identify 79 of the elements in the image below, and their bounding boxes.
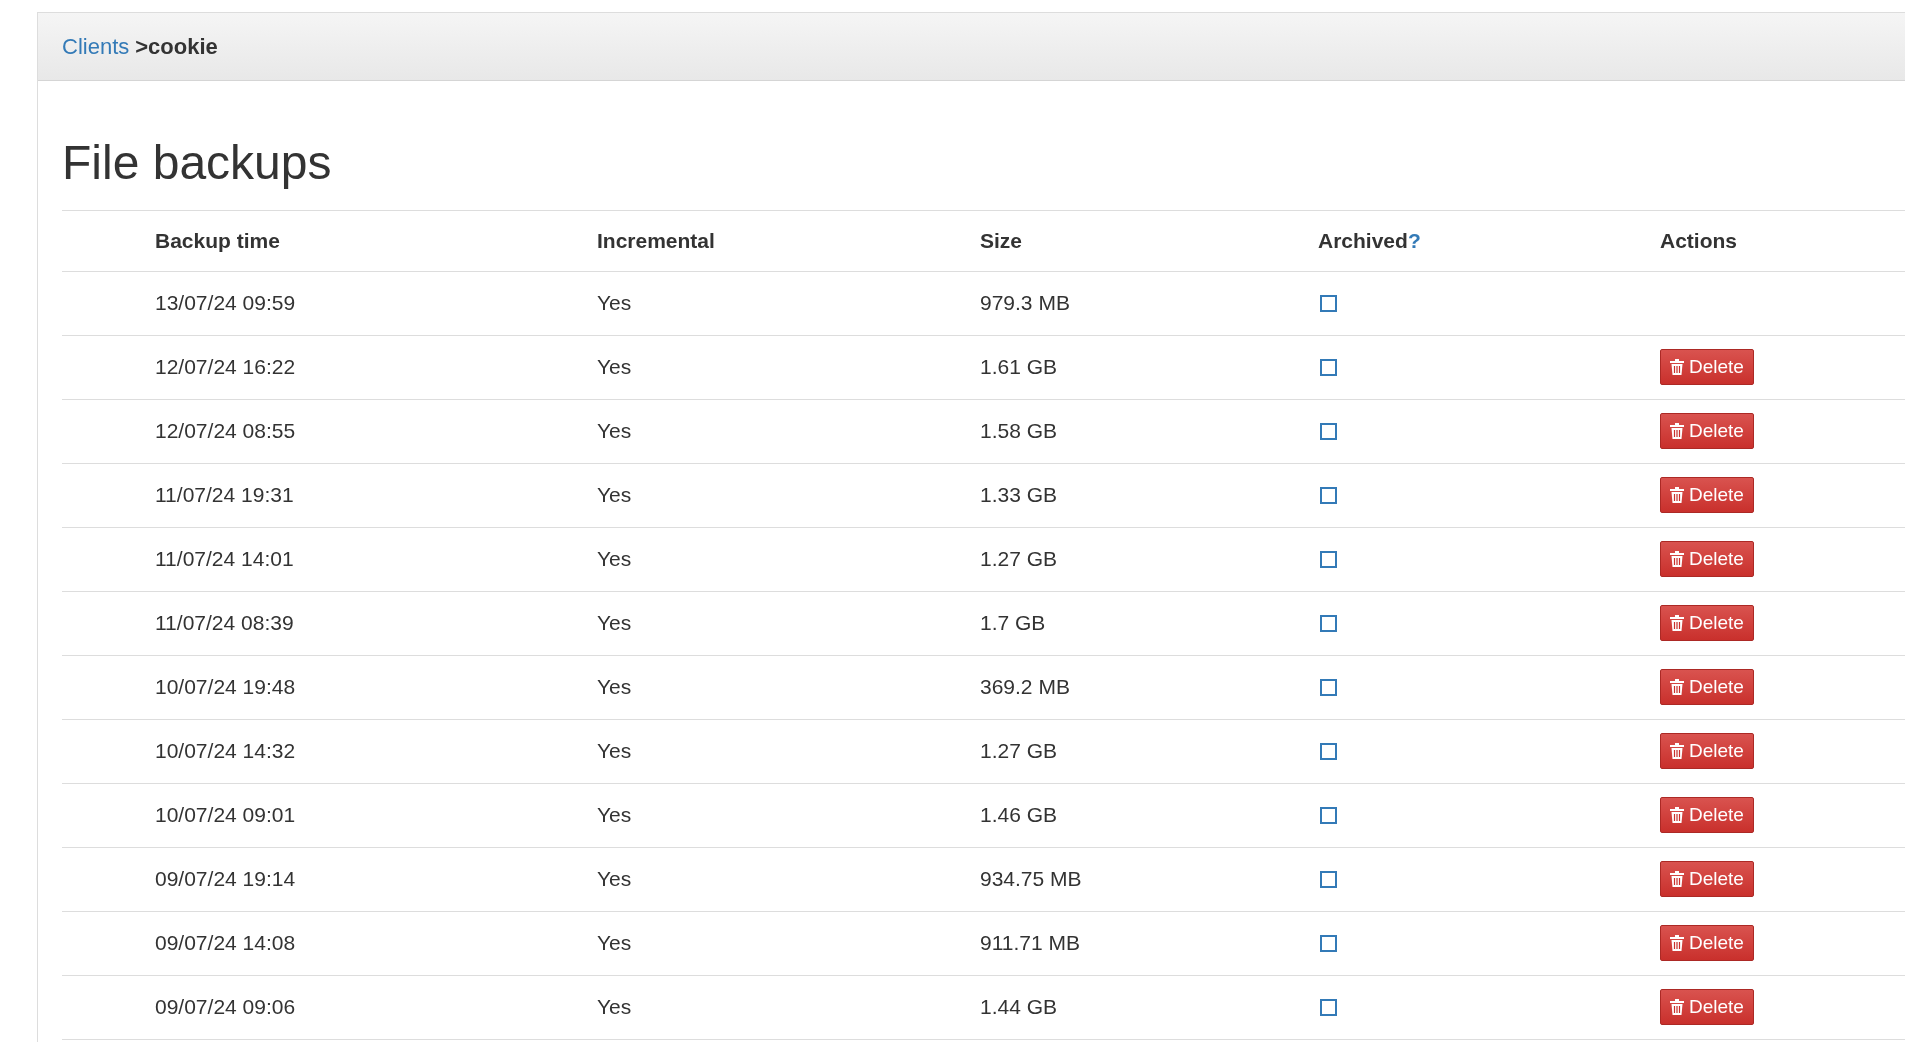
trash-icon xyxy=(1670,679,1684,696)
table-cell: Yes xyxy=(597,547,632,572)
delete-button[interactable]: Delete xyxy=(1660,477,1754,514)
trash-icon xyxy=(1670,935,1684,952)
trash-icon xyxy=(1670,551,1684,568)
trash-icon xyxy=(1670,359,1684,376)
archive-checkbox[interactable] xyxy=(1320,550,1337,568)
table-cell: 1.27 GB xyxy=(980,739,1058,764)
table-cell: 1.7 GB xyxy=(980,611,1046,636)
table-cell: 12/07/24 16:22 xyxy=(155,355,296,380)
table-cell: 09/07/24 19:14 xyxy=(155,867,296,892)
table-cell: 1.58 GB xyxy=(980,419,1058,444)
table-cell: 369.2 MB xyxy=(980,675,1070,700)
table-cell: 1.27 GB xyxy=(980,547,1058,572)
help-link[interactable]: ? xyxy=(1407,228,1421,253)
archive-checkbox[interactable] xyxy=(1320,422,1337,440)
trash-icon xyxy=(1670,743,1684,760)
table-cell: 12/07/24 08:55 xyxy=(155,419,296,444)
table-cell: 09/07/24 14:08 xyxy=(155,931,296,956)
delete-button[interactable]: Delete xyxy=(1660,605,1754,642)
table-cell: 1.33 GB xyxy=(980,483,1058,508)
column-header: Backup time xyxy=(155,228,280,253)
column-header: Incremental xyxy=(597,228,715,253)
table-cell: Yes xyxy=(597,739,632,764)
table-cell: Yes xyxy=(597,675,632,700)
table-cell: Yes xyxy=(597,483,632,508)
delete-button[interactable]: Delete xyxy=(1660,989,1754,1026)
table-cell: Yes xyxy=(597,803,632,828)
archive-checkbox[interactable] xyxy=(1320,486,1337,504)
table-cell: Yes xyxy=(597,931,632,956)
delete-button[interactable]: Delete xyxy=(1660,413,1754,450)
trash-icon xyxy=(1670,999,1684,1016)
archive-checkbox[interactable] xyxy=(1320,678,1337,696)
archive-checkbox[interactable] xyxy=(1320,934,1337,952)
table-cell: 13/07/24 09:59 xyxy=(155,291,296,316)
table-cell: 979.3 MB xyxy=(980,291,1070,316)
trash-icon xyxy=(1670,871,1684,888)
table-cell: Yes xyxy=(597,355,632,380)
delete-button[interactable]: Delete xyxy=(1660,925,1754,962)
table-cell: 09/07/24 09:06 xyxy=(155,995,296,1020)
column-header: Actions xyxy=(1660,228,1737,253)
delete-button[interactable]: Delete xyxy=(1660,797,1754,834)
delete-button[interactable]: Delete xyxy=(1660,861,1754,898)
trash-icon xyxy=(1670,423,1684,440)
delete-button[interactable]: Delete xyxy=(1660,733,1754,770)
archive-checkbox[interactable] xyxy=(1320,870,1337,888)
archive-checkbox[interactable] xyxy=(1320,614,1337,632)
archive-checkbox[interactable] xyxy=(1320,294,1337,312)
column-header: Size xyxy=(980,228,1023,253)
table-cell: Yes xyxy=(597,419,632,444)
table-cell: 1.61 GB xyxy=(980,355,1058,380)
archive-checkbox[interactable] xyxy=(1320,998,1337,1016)
table-cell: 11/07/24 19:31 xyxy=(155,483,294,508)
archive-checkbox[interactable] xyxy=(1320,806,1337,824)
table-cell: Yes xyxy=(597,867,632,892)
archive-checkbox[interactable] xyxy=(1320,742,1337,760)
table-cell: Yes xyxy=(597,995,632,1020)
trash-icon xyxy=(1670,807,1684,824)
table-cell: 1.46 GB xyxy=(980,803,1058,828)
table-cell: Yes xyxy=(597,611,632,636)
table-cell: 10/07/24 09:01 xyxy=(155,803,296,828)
table-cell: 934.75 MB xyxy=(980,867,1082,892)
table-cell: 1.44 GB xyxy=(980,995,1058,1020)
delete-button[interactable]: Delete xyxy=(1660,541,1754,578)
table-cell: 11/07/24 14:01 xyxy=(155,547,294,572)
column-header: Archived xyxy=(1318,228,1408,253)
table-cell: 911.71 MB xyxy=(980,931,1080,956)
archive-checkbox[interactable] xyxy=(1320,358,1337,376)
table-cell: 10/07/24 14:32 xyxy=(155,739,296,764)
delete-button[interactable]: Delete xyxy=(1660,669,1754,706)
breadcrumb-link[interactable]: Clients xyxy=(62,33,130,60)
trash-icon xyxy=(1670,487,1684,504)
page-title: File backups xyxy=(62,137,333,190)
table-cell: Yes xyxy=(597,291,632,316)
delete-button[interactable]: Delete xyxy=(1660,349,1754,386)
table-cell: 11/07/24 08:39 xyxy=(155,611,294,636)
trash-icon xyxy=(1670,615,1684,632)
breadcrumb-current: >cookie xyxy=(135,33,218,60)
table-cell: 10/07/24 19:48 xyxy=(155,675,296,700)
